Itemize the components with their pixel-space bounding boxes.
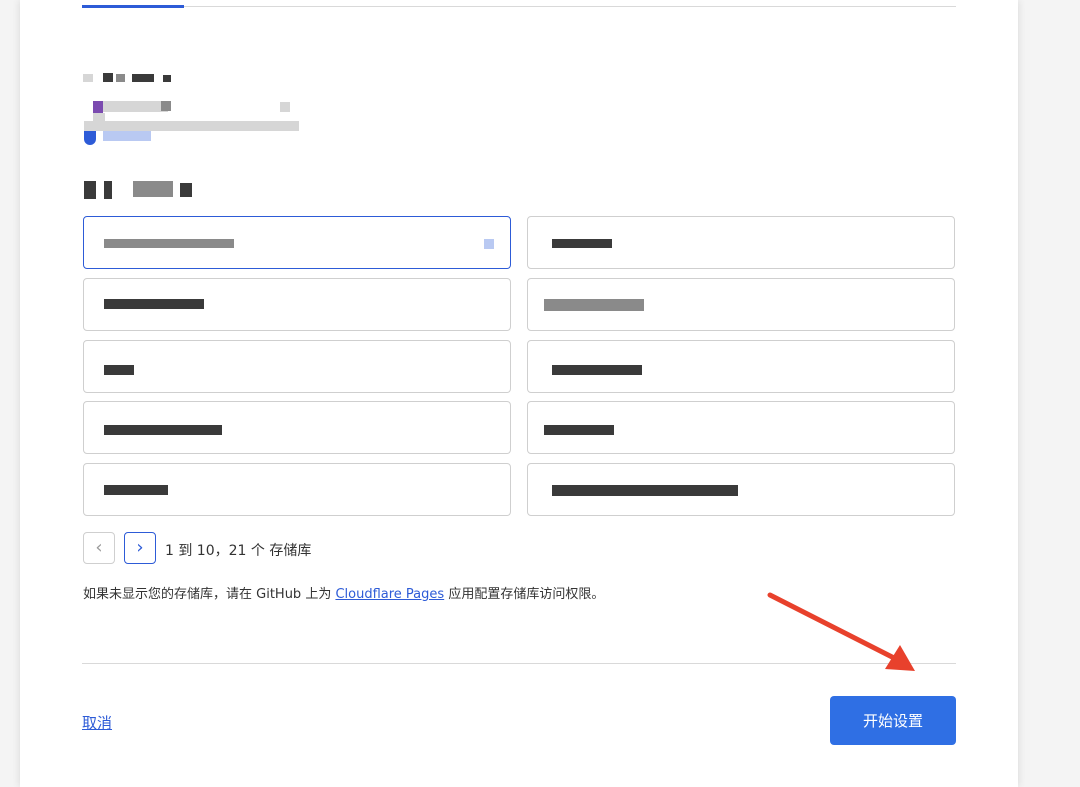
start-setup-button[interactable]: 开始设置 bbox=[830, 696, 956, 745]
chevron-right-icon: › bbox=[136, 537, 144, 558]
info-icon bbox=[84, 131, 96, 145]
repo-card[interactable] bbox=[83, 278, 511, 331]
pagination-summary: 1 到 10，21 个 存储库 bbox=[165, 543, 312, 559]
repo-card[interactable] bbox=[527, 401, 955, 454]
active-tab-indicator[interactable] bbox=[82, 5, 184, 8]
next-page-button[interactable]: › bbox=[124, 532, 156, 564]
repo-card[interactable] bbox=[527, 463, 955, 516]
help-note-suffix: 应用配置存储库访问权限。 bbox=[444, 587, 605, 602]
tab-underline bbox=[82, 6, 956, 7]
help-note-prefix: 如果未显示您的存储库，请在 GitHub 上为 bbox=[83, 587, 336, 602]
page: ‹ › 1 到 10，21 个 存储库 如果未显示您的存储库，请在 GitHub… bbox=[0, 0, 1080, 787]
repo-card[interactable] bbox=[83, 401, 511, 454]
repo-card[interactable] bbox=[83, 463, 511, 516]
chevron-left-icon: ‹ bbox=[95, 537, 103, 558]
help-note: 如果未显示您的存储库，请在 GitHub 上为 Cloudflare Pages… bbox=[83, 583, 604, 602]
repo-card[interactable] bbox=[527, 216, 955, 269]
repo-card[interactable] bbox=[527, 278, 955, 331]
repo-card[interactable] bbox=[83, 340, 511, 393]
cancel-link[interactable]: 取消 bbox=[82, 712, 112, 733]
previous-page-button[interactable]: ‹ bbox=[83, 532, 115, 564]
repo-card[interactable] bbox=[527, 340, 955, 393]
cloudflare-pages-link[interactable]: Cloudflare Pages bbox=[335, 587, 444, 602]
annotation-arrow-icon bbox=[767, 592, 915, 671]
repo-card[interactable] bbox=[83, 216, 511, 269]
